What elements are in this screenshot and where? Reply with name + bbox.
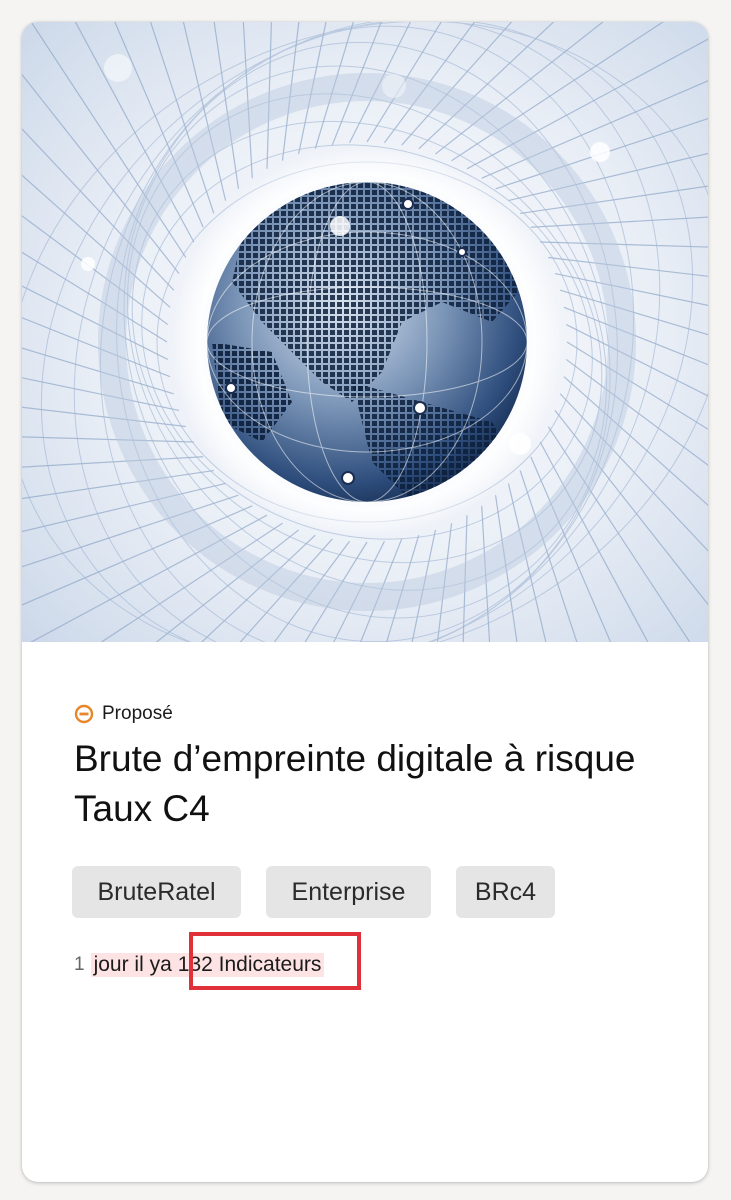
card-meta: 1 jour il ya 132 Indicateurs — [74, 950, 325, 980]
meta-age: jour il ya — [90, 953, 175, 977]
tag-enterprise[interactable]: Enterprise — [266, 866, 431, 918]
hero-image — [22, 22, 708, 642]
meta-count-prefix: 1 — [74, 954, 85, 975]
threat-analytics-card[interactable]: Proposé Brute d’empreinte digitale à ris… — [22, 22, 708, 1182]
tag-brc4[interactable]: BRc4 — [456, 866, 555, 918]
tag-bruteratel[interactable]: BruteRatel — [72, 866, 241, 918]
status-label: Proposé — [102, 703, 173, 724]
status-row: Proposé — [74, 701, 173, 727]
proposed-status-icon — [74, 704, 94, 724]
indicators-count[interactable]: 132 Indicateurs — [174, 953, 325, 977]
card-title[interactable]: Brute d’empreinte digitale à risque Taux… — [74, 734, 694, 834]
globe-network-illustration — [22, 22, 708, 642]
